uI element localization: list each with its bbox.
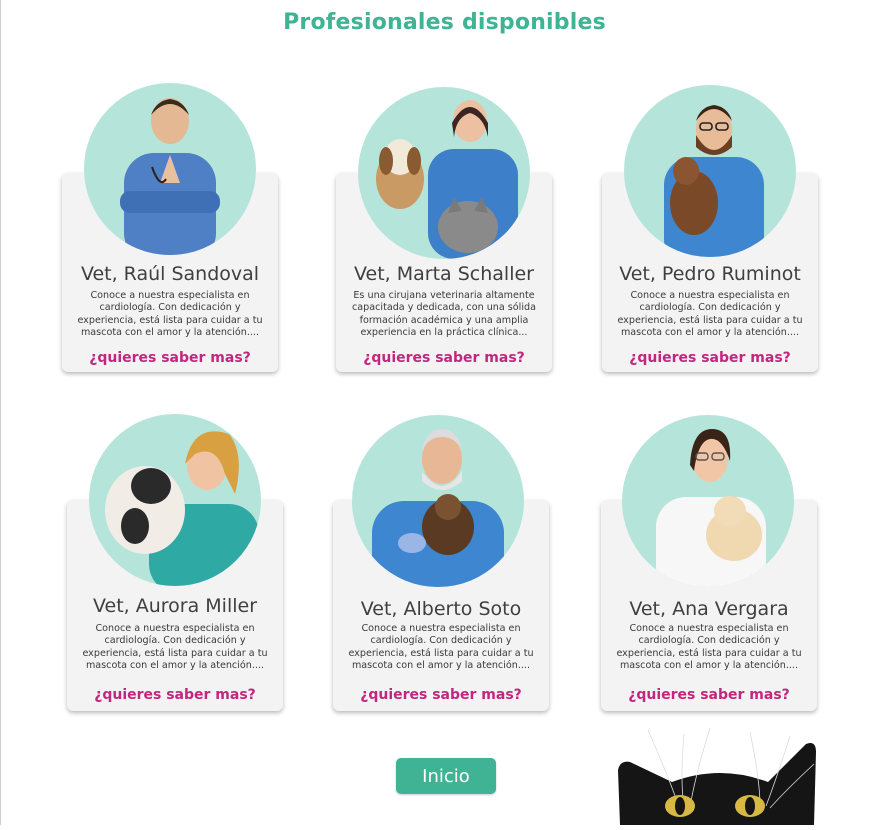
vet-photo — [358, 87, 530, 259]
black-cat-peeking — [610, 720, 830, 825]
vet-man-with-dog-icon — [664, 105, 764, 257]
vet-name: Vet, Ana Vergara — [629, 598, 789, 620]
vet-description: Es una cirujana veterinaria altamente ca… — [352, 290, 536, 339]
vet-woman-with-dog-and-cat-icon — [376, 100, 518, 259]
more-info-link[interactable]: ¿quieres saber mas? — [336, 350, 552, 366]
vet-name: Vet, Aurora Miller — [92, 595, 258, 617]
more-info-link[interactable]: ¿quieres saber mas? — [67, 687, 283, 703]
vet-description: Conoce a nuestra especialista en cardiol… — [616, 623, 802, 672]
vet-name: Vet, Raúl Sandoval — [80, 263, 260, 285]
more-info-link[interactable]: ¿quieres saber mas? — [601, 687, 817, 703]
vet-woman-hugging-bulldog-icon — [105, 431, 259, 586]
vet-woman-with-puppy-icon — [656, 429, 766, 587]
vet-description: Conoce a nuestra especialista en cardiol… — [617, 290, 803, 339]
vet-photo — [84, 83, 256, 255]
more-info-link[interactable]: ¿quieres saber mas? — [602, 350, 818, 366]
vet-name: Vet, Pedro Ruminot — [619, 263, 801, 285]
vet-man-arms-crossed-icon — [120, 98, 220, 255]
vet-description: Conoce a nuestra especialista en cardiol… — [82, 623, 268, 672]
vet-older-man-with-puppy-icon — [372, 429, 504, 587]
vet-photo — [352, 415, 524, 587]
more-info-link[interactable]: ¿quieres saber mas? — [62, 350, 278, 366]
vet-description: Conoce a nuestra especialista en cardiol… — [348, 623, 534, 672]
more-info-link[interactable]: ¿quieres saber mas? — [333, 687, 549, 703]
vet-name: Vet, Alberto Soto — [360, 598, 522, 620]
page-title: Profesionales disponibles — [283, 10, 606, 35]
page-left-border — [0, 0, 1, 825]
vet-name: Vet, Marta Schaller — [354, 263, 534, 285]
vet-photo — [89, 414, 261, 586]
inicio-button[interactable]: Inicio — [396, 758, 496, 794]
vet-photo — [624, 85, 796, 257]
vet-photo — [622, 415, 794, 587]
vet-description: Conoce a nuestra especialista en cardiol… — [77, 290, 263, 339]
black-cat-icon — [618, 727, 816, 825]
